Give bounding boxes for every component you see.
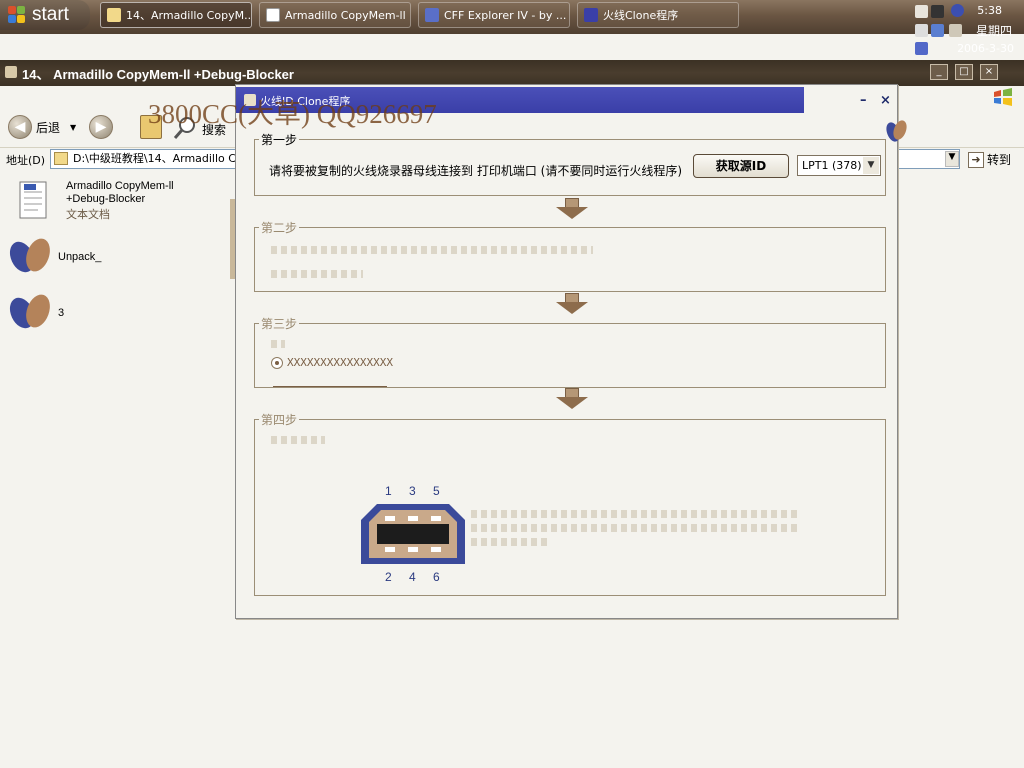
taskbar-item-clone-program[interactable]: 火线Clone程序 [577,2,739,28]
ime-icon[interactable] [949,24,962,37]
step3-title: 第三步 [259,315,300,332]
chevron-down-icon: ▼ [863,157,879,174]
explorer-window-title: 14、 Armadillo CopyMem-ll +Debug-Blocker [22,66,294,82]
down-arrow-icon [556,293,588,315]
step4-group: 第四步 1 3 5 2 4 6 [254,411,886,596]
port-select[interactable]: LPT1 (378) ▼ [797,155,881,176]
file-name: Unpack_ [58,251,102,263]
down-arrow-icon [556,198,588,220]
dialog-minimize-button[interactable]: – [860,93,867,108]
taskbar-item-cff-explorer[interactable]: CFF Explorer IV - by ... [418,2,570,28]
printer-icon[interactable] [915,24,928,37]
faded-text [271,246,593,254]
faded-text [471,538,551,546]
back-label: 后退 [36,120,61,135]
folder-icon [54,152,68,165]
cff-explorer-icon [425,8,439,22]
address-label: 地址(D) [6,154,46,167]
back-icon: ◀ [8,115,32,139]
network-icon[interactable] [915,5,928,18]
file-type: 文本文档 [66,208,110,221]
file-name: Armadillo CopyMem-ll +Debug-Blocker [66,180,174,205]
butterfly-cursor-icon [885,116,907,144]
pin-label: 4 [409,570,416,584]
usb-connector-diagram: 1 3 5 2 4 6 [359,484,469,594]
divider [273,386,387,387]
windows-logo-icon [8,6,26,24]
step3-group: 第三步 XXXXXXXXXXXXXXXX [254,315,886,388]
tray-date: 2006-3-30 [957,42,1014,55]
step4-title: 第四步 [259,411,300,428]
explorer-title-bar[interactable]: 14、 Armadillo CopyMem-ll +Debug-Blocker … [0,60,1024,86]
folder-icon [5,66,17,78]
step1-instruction: 请将要被复制的火线烧录器母线连接到 打印机端口 (请不要同时运行火线程序) [269,164,682,178]
clone-program-icon [584,8,598,22]
file-item-unpack[interactable]: Unpack_ [8,235,101,279]
clone-dialog: 火线ID Clone程序 – × 第一步 请将要被复制的火线烧录器母线连接到 打… [235,84,898,619]
back-button[interactable]: ◀ 后退 ▼ [8,115,76,139]
address-value: D:\中级班教程\14、Armadillo Co [73,152,243,165]
faded-text [271,270,363,278]
system-tray: 5:38 星期四 2006-3-30 [904,0,1024,60]
task-label: 火线Clone程序 [603,9,679,22]
folder-icon [107,8,121,22]
pin-label: 5 [433,484,440,498]
minimize-button[interactable]: _ [930,64,948,80]
task-label: 14、Armadillo CopyM... [126,9,252,22]
pin-label: 6 [433,570,440,584]
faded-text [271,436,325,444]
radio-label: XXXXXXXXXXXXXXXX [287,356,393,369]
step2-group: 第二步 [254,219,886,292]
pin-label: 1 [385,484,392,498]
text-document-icon [16,180,58,224]
file-item-3[interactable]: 3 [8,291,64,335]
file-name: 3 [58,307,65,319]
maximize-button[interactable]: □ [955,64,973,80]
windows-flag-icon [992,88,1014,106]
step1-group: 第一步 请将要被复制的火线烧录器母线连接到 打印机端口 (请不要同时运行火线程序… [254,131,886,196]
forward-icon: ▶ [89,115,113,139]
taskbar-item-armadillo-copymem[interactable]: Armadillo CopyMem-ll [259,2,411,28]
address-dropdown-button[interactable]: ▼ [945,151,959,167]
start-button[interactable]: start [0,0,90,30]
faded-text [471,524,801,532]
forward-button[interactable]: ▶ [89,115,113,139]
port-value: LPT1 (378) [802,159,862,172]
butterfly-icon [8,235,50,279]
task-label: Armadillo CopyMem-ll [285,8,406,22]
step2-title: 第二步 [259,219,300,236]
text-document-icon [266,8,280,22]
go-button[interactable]: ➜ 转到 [968,151,1011,168]
taskbar: start 14、Armadillo CopyM... Armadillo Co… [0,0,1024,55]
messenger-icon[interactable] [951,4,964,17]
step3-radio-option[interactable]: XXXXXXXXXXXXXXXX [271,356,393,369]
taskbar-item-armadillo-folder[interactable]: 14、Armadillo CopyM... [100,2,252,28]
dialog-close-button[interactable]: × [880,93,891,108]
step1-title: 第一步 [259,131,300,148]
go-label: 转到 [987,153,1012,167]
faded-text [471,510,801,518]
monitor-icon[interactable] [931,24,944,37]
faded-text [271,340,285,348]
usb-connector-icon [361,504,465,564]
chevron-down-icon: ▼ [70,122,77,132]
security-icon[interactable] [915,42,928,55]
watermark-text: 3800CC(大草) QQ926697 [148,99,437,129]
pin-label: 2 [385,570,392,584]
butterfly-icon [8,291,50,335]
start-label: start [32,4,69,25]
down-arrow-icon [556,388,588,410]
tray-clock: 5:38 [977,4,1002,17]
file-item-armadillo-doc[interactable]: Armadillo CopyMem-ll +Debug-Blocker 文本文档 [16,180,186,224]
get-source-id-button[interactable]: 获取源ID [693,154,789,178]
go-arrow-icon: ➜ [968,151,984,168]
tray-weekday: 星期四 [975,24,1012,38]
pin-label: 3 [409,484,416,498]
close-button[interactable]: × [980,64,998,80]
media-icon[interactable] [931,5,944,18]
radio-button[interactable] [271,356,283,369]
task-label: CFF Explorer IV - by ... [444,8,567,22]
